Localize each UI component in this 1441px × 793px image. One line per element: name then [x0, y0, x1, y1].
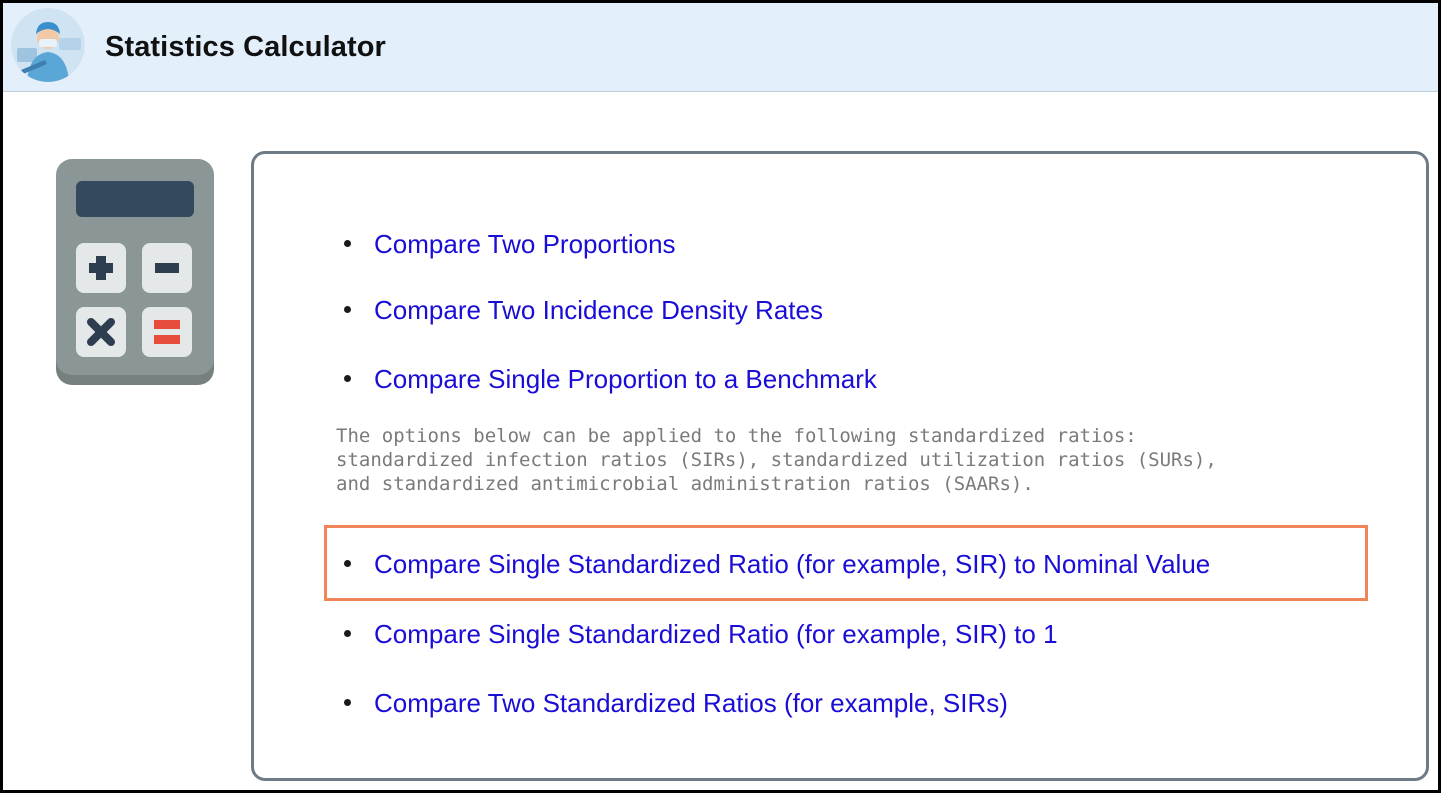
- compare-sir-to-1-link[interactable]: Compare Single Standardized Ratio (for e…: [374, 614, 1058, 654]
- description-line: standardized infection ratios (SIRs), st…: [336, 449, 1217, 471]
- standardized-ratios-description: The options below can be applied to the …: [336, 424, 1406, 496]
- title-bar: Statistics Calculator: [3, 3, 1438, 92]
- compare-incidence-density-rates-link[interactable]: Compare Two Incidence Density Rates: [374, 290, 823, 330]
- bullet: [344, 240, 351, 247]
- compare-two-sirs-link[interactable]: Compare Two Standardized Ratios (for exa…: [374, 683, 1008, 723]
- bullet: [344, 306, 351, 313]
- description-line: and standardized antimicrobial administr…: [336, 473, 1034, 495]
- compare-two-proportions-link[interactable]: Compare Two Proportions: [374, 224, 676, 264]
- compare-sir-nominal-value-link[interactable]: Compare Single Standardized Ratio (for e…: [374, 544, 1210, 584]
- nurse-avatar-icon: [11, 8, 85, 82]
- app-title: Statistics Calculator: [105, 31, 386, 63]
- app-window: Statistics Calculator Compare Two Propor…: [0, 0, 1441, 793]
- bullet: [344, 375, 351, 382]
- compare-proportion-benchmark-link[interactable]: Compare Single Proportion to a Benchmark: [374, 359, 877, 399]
- bullet: [344, 560, 351, 567]
- description-line: The options below can be applied to the …: [336, 425, 1137, 447]
- bullet: [344, 699, 351, 706]
- calculator-icon: [56, 159, 216, 387]
- options-panel: Compare Two Proportions Compare Two Inci…: [251, 151, 1429, 781]
- bullet: [344, 630, 351, 637]
